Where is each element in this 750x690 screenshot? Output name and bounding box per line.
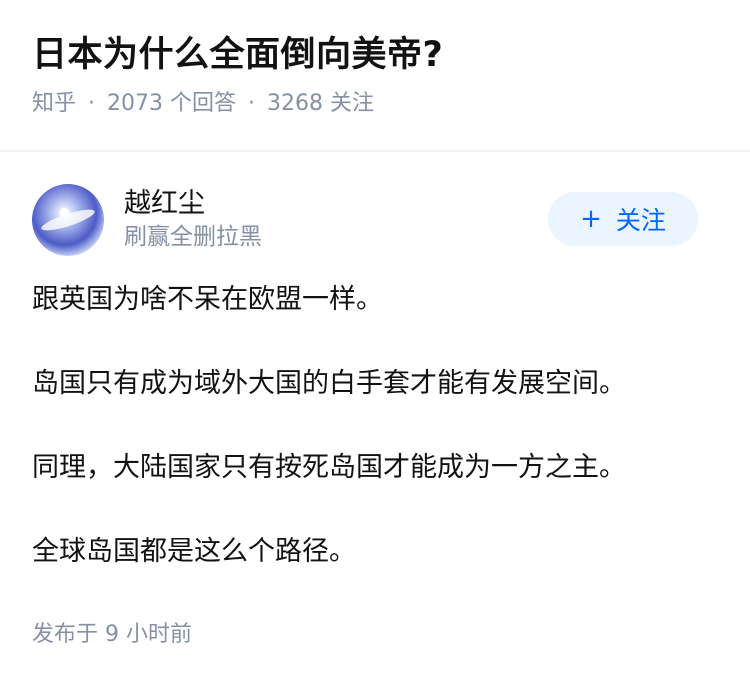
question-title[interactable]: 日本为什么全面倒向美帝? bbox=[32, 32, 718, 78]
follow-button[interactable]: + 关注 bbox=[548, 192, 698, 246]
author-name[interactable]: 越红尘 bbox=[124, 187, 262, 221]
question-header: 日本为什么全面倒向美帝? 知乎 · 2073 个回答 · 3268 关注 bbox=[0, 0, 750, 118]
answer-content: 跟英国为啥不呆在欧盟一样。 岛国只有成为域外大国的白手套才能有发展空间。 同理，… bbox=[32, 280, 718, 572]
author-info: 越红尘 刷赢全删拉黑 bbox=[124, 187, 262, 253]
avatar[interactable] bbox=[32, 184, 104, 256]
plus-icon: + bbox=[580, 204, 602, 234]
answer-paragraph: 同理，大陆国家只有按死岛国才能成为一方之主。 bbox=[32, 452, 626, 483]
meta-separator: · bbox=[248, 91, 255, 116]
publish-time: 发布于 9 小时前 bbox=[32, 622, 192, 647]
source-label[interactable]: 知乎 bbox=[32, 91, 76, 116]
answer-count[interactable]: 2073 个回答 bbox=[107, 91, 236, 116]
answer-paragraph: 跟英国为啥不呆在欧盟一样。 bbox=[32, 284, 383, 315]
answer-paragraph: 岛国只有成为域外大国的白手套才能有发展空间。 bbox=[32, 368, 626, 399]
author-bio: 刷赢全删拉黑 bbox=[124, 224, 262, 250]
meta-separator: · bbox=[88, 91, 96, 116]
answer-paragraph: 全球岛国都是这么个路径。 bbox=[32, 536, 356, 567]
question-meta: 知乎 · 2073 个回答 · 3268 关注 bbox=[32, 88, 718, 120]
follow-label: 关注 bbox=[615, 206, 666, 235]
answer-card: 越红尘 刷赢全删拉黑 + 关注 跟英国为啥不呆在欧盟一样。 岛国只有成为域外大国… bbox=[0, 152, 750, 648]
bird-avatar-icon bbox=[39, 205, 97, 235]
follower-count[interactable]: 3268 关注 bbox=[267, 91, 374, 116]
author-row: 越红尘 刷赢全删拉黑 + 关注 bbox=[32, 182, 718, 258]
